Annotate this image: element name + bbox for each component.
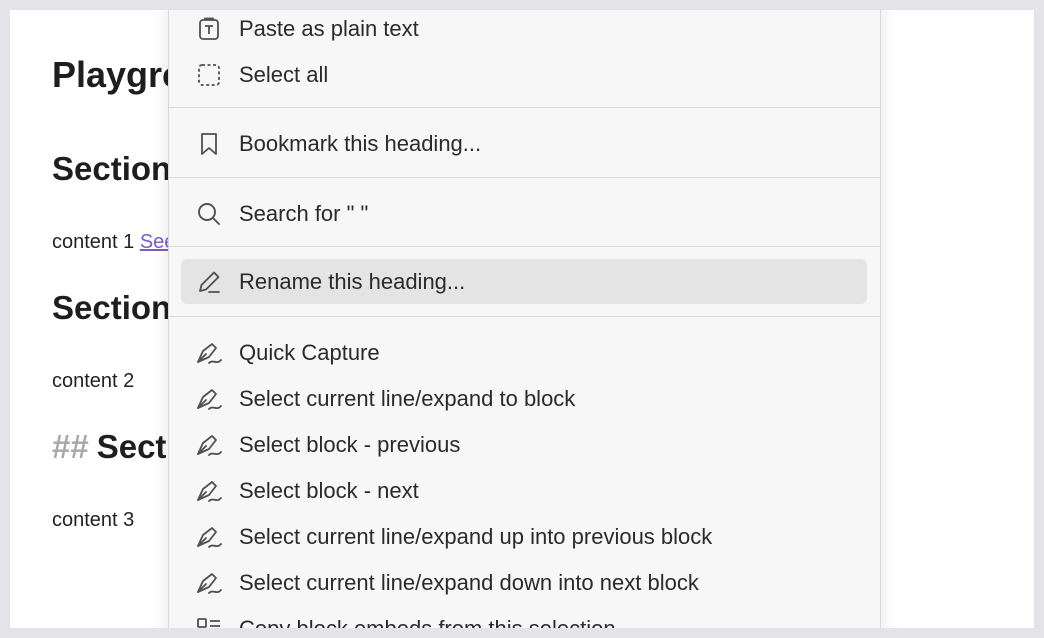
menu-item-select-block-previous[interactable]: Select block - previous <box>181 422 867 467</box>
pen-tool-icon <box>195 431 223 459</box>
menu-separator <box>169 107 880 108</box>
block-list-icon <box>195 615 223 629</box>
menu-item-label: Select current line/expand to block <box>239 385 576 411</box>
menu-item-label: Copy block embeds from this selection <box>239 615 616 629</box>
heading-markup: ## <box>52 428 89 465</box>
pen-tool-icon <box>195 569 223 597</box>
menu-item-expand-down[interactable]: Select current line/expand down into nex… <box>181 560 867 605</box>
menu-item-quick-capture[interactable]: Quick Capture <box>181 330 867 375</box>
menu-item-label: Rename this heading... <box>239 268 466 294</box>
section-2-content: content 2 <box>52 370 135 392</box>
app-window: Playground Section 1 content 1 See Secti… <box>10 10 1034 628</box>
section-3-content: content 3 <box>52 509 135 531</box>
menu-item-label: Search for " " <box>239 200 369 226</box>
menu-item-label: Paste as plain text <box>239 15 419 41</box>
menu-item-bookmark-heading[interactable]: Bookmark this heading... <box>181 121 867 166</box>
pen-tool-icon <box>195 523 223 551</box>
context-menu: Paste as plain text Select all Bookmark … <box>168 10 881 628</box>
section-1-text: content 1 <box>52 231 140 253</box>
menu-separator <box>169 177 880 178</box>
select-all-icon <box>195 61 223 89</box>
menu-item-label: Select block - previous <box>239 431 461 457</box>
section-1-content: content 1 See <box>52 231 175 254</box>
menu-separator <box>169 246 880 247</box>
pencil-icon <box>195 268 223 296</box>
menu-separator <box>169 316 880 317</box>
menu-item-rename-heading[interactable]: Rename this heading... <box>181 259 867 304</box>
menu-item-label: Quick Capture <box>239 339 380 365</box>
menu-item-select-block-next[interactable]: Select block - next <box>181 468 867 513</box>
pen-tool-icon <box>195 339 223 367</box>
menu-item-paste-plain-text[interactable]: Paste as plain text <box>181 10 867 51</box>
menu-item-label: Select current line/expand up into previ… <box>239 523 713 549</box>
bookmark-icon <box>195 130 223 158</box>
menu-item-label: Bookmark this heading... <box>239 130 482 156</box>
pen-tool-icon <box>195 385 223 413</box>
search-icon <box>195 200 223 228</box>
menu-item-expand-to-block[interactable]: Select current line/expand to block <box>181 376 867 421</box>
menu-item-label: Select all <box>239 61 329 87</box>
menu-item-select-all[interactable]: Select all <box>181 52 867 97</box>
menu-item-label: Select block - next <box>239 477 419 503</box>
pen-tool-icon <box>195 477 223 505</box>
menu-item-label: Select current line/expand down into nex… <box>239 569 699 595</box>
paste-plain-icon <box>195 15 223 43</box>
menu-item-copy-block-embeds[interactable]: Copy block embeds from this selection <box>181 606 867 628</box>
menu-item-search-for[interactable]: Search for " " <box>181 191 867 236</box>
menu-item-expand-up[interactable]: Select current line/expand up into previ… <box>181 514 867 559</box>
